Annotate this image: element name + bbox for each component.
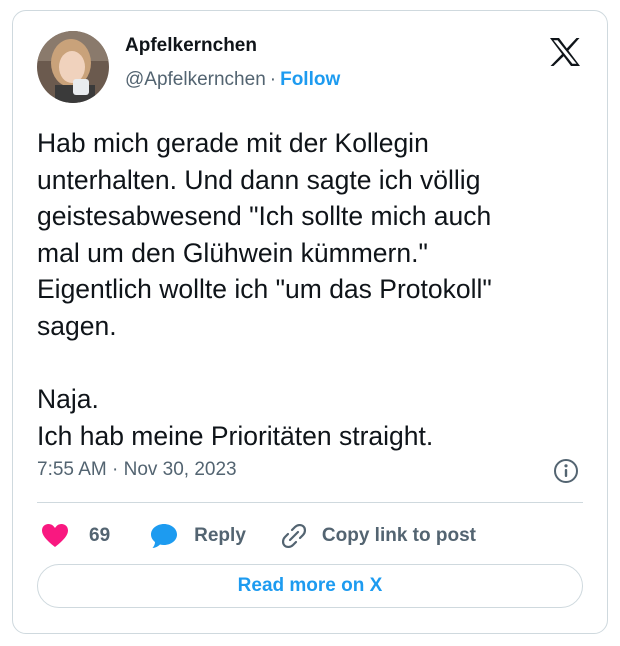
reply-label: Reply [194, 525, 246, 546]
heart-icon [41, 523, 69, 549]
read-more-button[interactable]: Read more on X [37, 564, 583, 608]
separator-dot: · [269, 69, 277, 90]
action-bar: 69 Reply Copy link to post [37, 519, 476, 553]
speech-bubble-icon [150, 522, 178, 550]
avatar[interactable] [37, 31, 109, 103]
like-button[interactable]: 69 [41, 523, 110, 549]
like-count: 69 [89, 525, 111, 546]
tweet-card: Apfelkernchen @Apfelkernchen · Follow Hab … [12, 10, 608, 634]
link-icon [280, 522, 308, 550]
author-name[interactable]: Apfelkernchen [125, 35, 257, 57]
author-handle-row: @Apfelkernchen · Follow [125, 69, 340, 91]
info-icon[interactable] [553, 458, 579, 484]
follow-button[interactable]: Follow [280, 69, 340, 90]
tweet-timestamp[interactable]: 7:55 AM · Nov 30, 2023 [37, 459, 237, 481]
reply-button[interactable]: Reply [150, 522, 246, 550]
author-handle[interactable]: @Apfelkernchen [125, 69, 266, 90]
copy-link-label: Copy link to post [321, 525, 476, 546]
x-logo-icon[interactable] [549, 37, 581, 67]
tweet-text: Hab mich gerade mit der Kollegin unterha… [37, 128, 492, 451]
copy-link-button[interactable]: Copy link to post [280, 522, 476, 550]
divider [37, 502, 583, 503]
